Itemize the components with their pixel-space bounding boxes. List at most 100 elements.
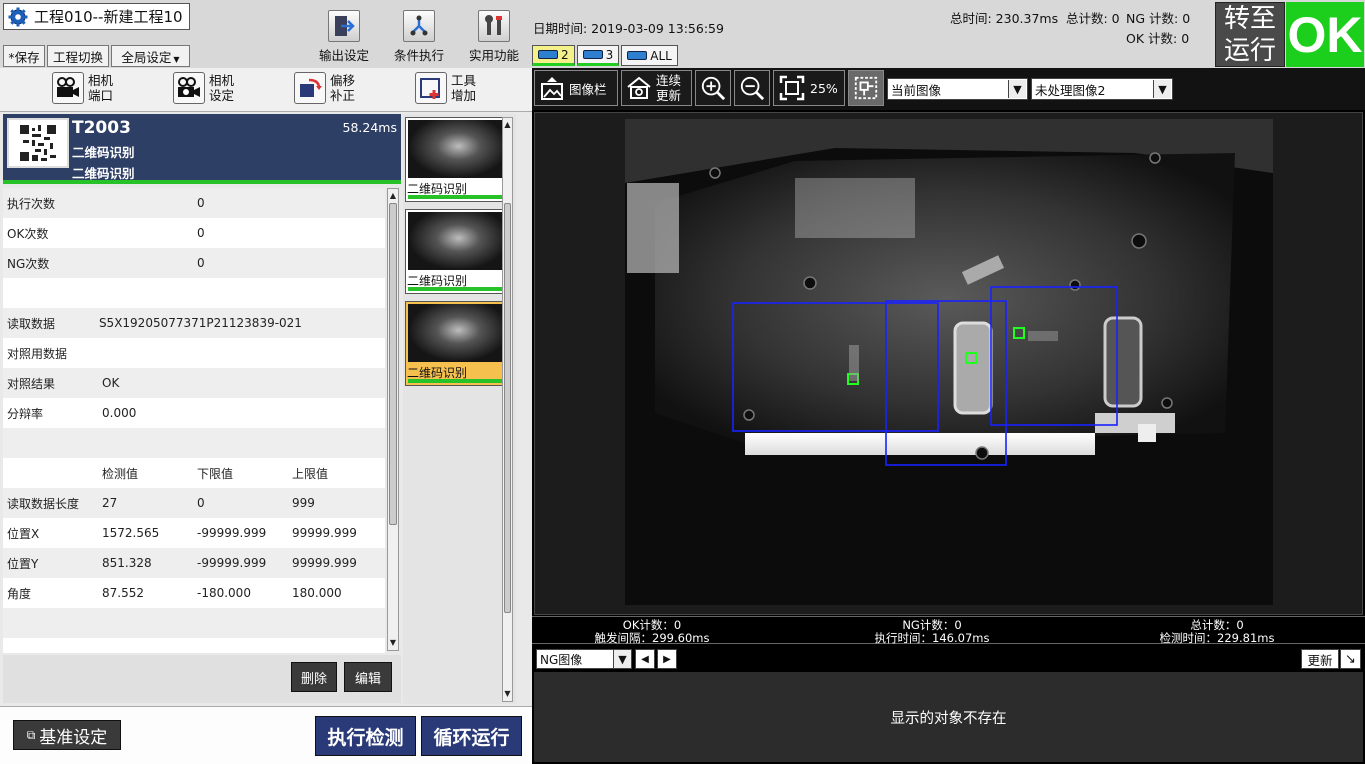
zoom-out-button[interactable] [734,70,770,106]
image-bar-label: 图像栏 [569,81,607,97]
update-label: 更新 [1307,652,1333,668]
layout-toggle-button[interactable] [848,70,884,106]
zoom-in-button[interactable] [695,70,731,106]
offset-button[interactable]: 偏移 补正 [294,72,355,104]
table-cell: 上限值 [292,466,329,481]
table-row[interactable]: OK次数 0 [3,218,385,248]
table-row[interactable]: 位置X 1572.565 -99999.999 99999.999 [3,518,385,548]
tool-thumbnail-selected[interactable]: 二维码识别 [405,301,512,386]
global-settings-dropdown[interactable]: 全局设定 ▼ [111,45,190,67]
tool-add-label-1: 工具 [451,73,477,88]
table-cell: 0 [197,256,205,270]
table-row[interactable]: 分辩率 0.000 [3,398,385,428]
goto-run-line2: 运行 [1223,36,1276,66]
table-row[interactable]: 对照结果 OK [3,368,385,398]
scroll-up-icon[interactable]: ▲ [388,190,398,202]
camera-tab-2[interactable]: 2 [532,45,575,66]
image-bar-button[interactable]: 图像栏 [534,70,618,106]
ng-count: NG 计数: 0 [1126,11,1191,26]
status-bar [408,195,509,199]
table-cell: NG次数 [7,256,50,271]
table-cell: 851.328 [102,556,152,570]
selected-tool-card[interactable]: T2003 58.24ms 二维码识别 二维码识别 [3,114,401,184]
table-scrollbar[interactable]: ▲ ▼ [387,188,399,651]
table-row[interactable]: 角度 87.552 -180.000 180.000 [3,578,385,608]
table-cell: 位置X [7,526,40,541]
scroll-down-icon[interactable]: ▼ [388,637,398,649]
table-cell: 读取数据 [7,316,56,331]
chevron-down-icon: ▼ [613,650,631,668]
chevron-down-icon: ▼ [173,54,180,64]
scroll-down-icon[interactable]: ▼ [503,688,512,700]
row-actions: 删除 编辑 [3,655,401,703]
prev-image-button[interactable]: ◀ [635,649,655,669]
camera-tab-all[interactable]: ALL [621,45,678,66]
camera-settings-button[interactable]: 相机 设定 [173,72,234,104]
thumbnail-image [408,120,509,178]
camera-icon [538,50,558,59]
next-image-button[interactable]: ▶ [657,649,677,669]
scroll-up-icon[interactable]: ▲ [503,119,512,131]
utilities-button[interactable]: 实用功能 [459,10,529,64]
table-row[interactable]: 读取数据 S5X19205077371P21123839-021 [3,308,385,338]
table-row[interactable] [3,608,385,638]
project-title-field[interactable]: 工程010--新建工程10 [3,3,190,30]
continuous-update-button[interactable]: 连续 更新 [621,70,692,106]
thumbnail-scrollbar[interactable]: ▲ ▼ [502,117,513,702]
execute-detection-button[interactable]: 执行检测 [315,716,416,756]
chevron-left-icon: ◀ [641,653,649,665]
unprocessed-image-select[interactable]: 未处理图像2 ▼ [1031,78,1173,100]
goto-run-button[interactable]: 转至 运行 [1215,2,1285,67]
table-cell: 0.000 [102,406,137,420]
total-count: 总计数: 0 [1066,11,1120,26]
camera-tab-3[interactable]: 3 [576,45,620,66]
table-row[interactable]: 检测值 下限值 上限值 [3,458,385,488]
table-cell: 0 [197,226,205,240]
table-row[interactable] [3,428,385,458]
condition-exec-button[interactable]: 条件执行 [384,10,454,64]
output-icon [328,10,360,42]
table-row[interactable]: 执行次数 0 [3,188,385,218]
switch-project-button[interactable]: 工程切换 [47,45,109,67]
stats-trigger-interval: 触发间隔：299.60ms [594,631,710,645]
arrow-down-right-icon: ↘ [1345,651,1356,667]
camera-settings-label-1: 相机 [209,73,235,88]
table-scroll-thumb[interactable] [389,203,397,525]
table-row[interactable]: NG次数 0 [3,248,385,278]
tool-thumbnail[interactable]: 二维码识别 [405,209,512,294]
table-row[interactable]: 对照用数据 [3,338,385,368]
output-settings-button[interactable]: 输出设定 [309,10,379,64]
table-row[interactable]: 读取数据长度 27 0 999 [3,488,385,518]
tool-thumbnail[interactable]: 二维码识别 [405,117,512,202]
expand-button[interactable]: ↘ [1340,649,1361,669]
table-cell: 对照结果 [7,376,56,391]
baseline-settings-button[interactable]: ⧉ 基准设定 [13,720,121,750]
fit-zoom-button[interactable]: 25% [773,70,845,106]
result-table: 执行次数 0 OK次数 0 NG次数 0 读取数据 S5X19205077371P211238… [3,188,385,653]
camera-icon [627,51,648,60]
image-viewer[interactable] [534,112,1363,615]
update-button[interactable]: 更新 [1301,649,1339,669]
ng-image-select[interactable]: NG图像 ▼ [536,649,632,669]
camera-tab-all-label: ALL [650,48,672,63]
save-button[interactable]: *保存 [3,45,45,67]
table-row[interactable] [3,278,385,308]
stats-detect-time: 检测时间：229.81ms [1159,631,1275,645]
table-cell: -99999.999 [197,556,267,570]
edit-button[interactable]: 编辑 [344,662,392,692]
current-image-value: 当前图像 [891,82,942,98]
table-cell: S5X19205077371P21123839-021 [98,316,302,330]
utilities-label: 实用功能 [468,48,519,63]
camera-port-button[interactable]: 相机 端口 [52,72,113,104]
camera-port-label-1: 相机 [88,73,114,88]
loop-run-button[interactable]: 循环运行 [421,716,522,756]
camera-icon [582,50,603,59]
thumbnail-scroll-thumb[interactable] [504,203,511,613]
tool-name: T2003 [72,118,131,138]
delete-button[interactable]: 删除 [291,662,337,692]
current-image-select[interactable]: 当前图像 ▼ [887,78,1028,100]
tool-add-button[interactable]: 工具 增加 [415,72,476,104]
edit-label: 编辑 [354,671,381,687]
image-toolbar: 图像栏 连续 更新 25% 当前图像 ▼ 未处理图像2 ▼ [532,68,1365,110]
table-row[interactable]: 位置Y 851.328 -99999.999 99999.999 [3,548,385,578]
